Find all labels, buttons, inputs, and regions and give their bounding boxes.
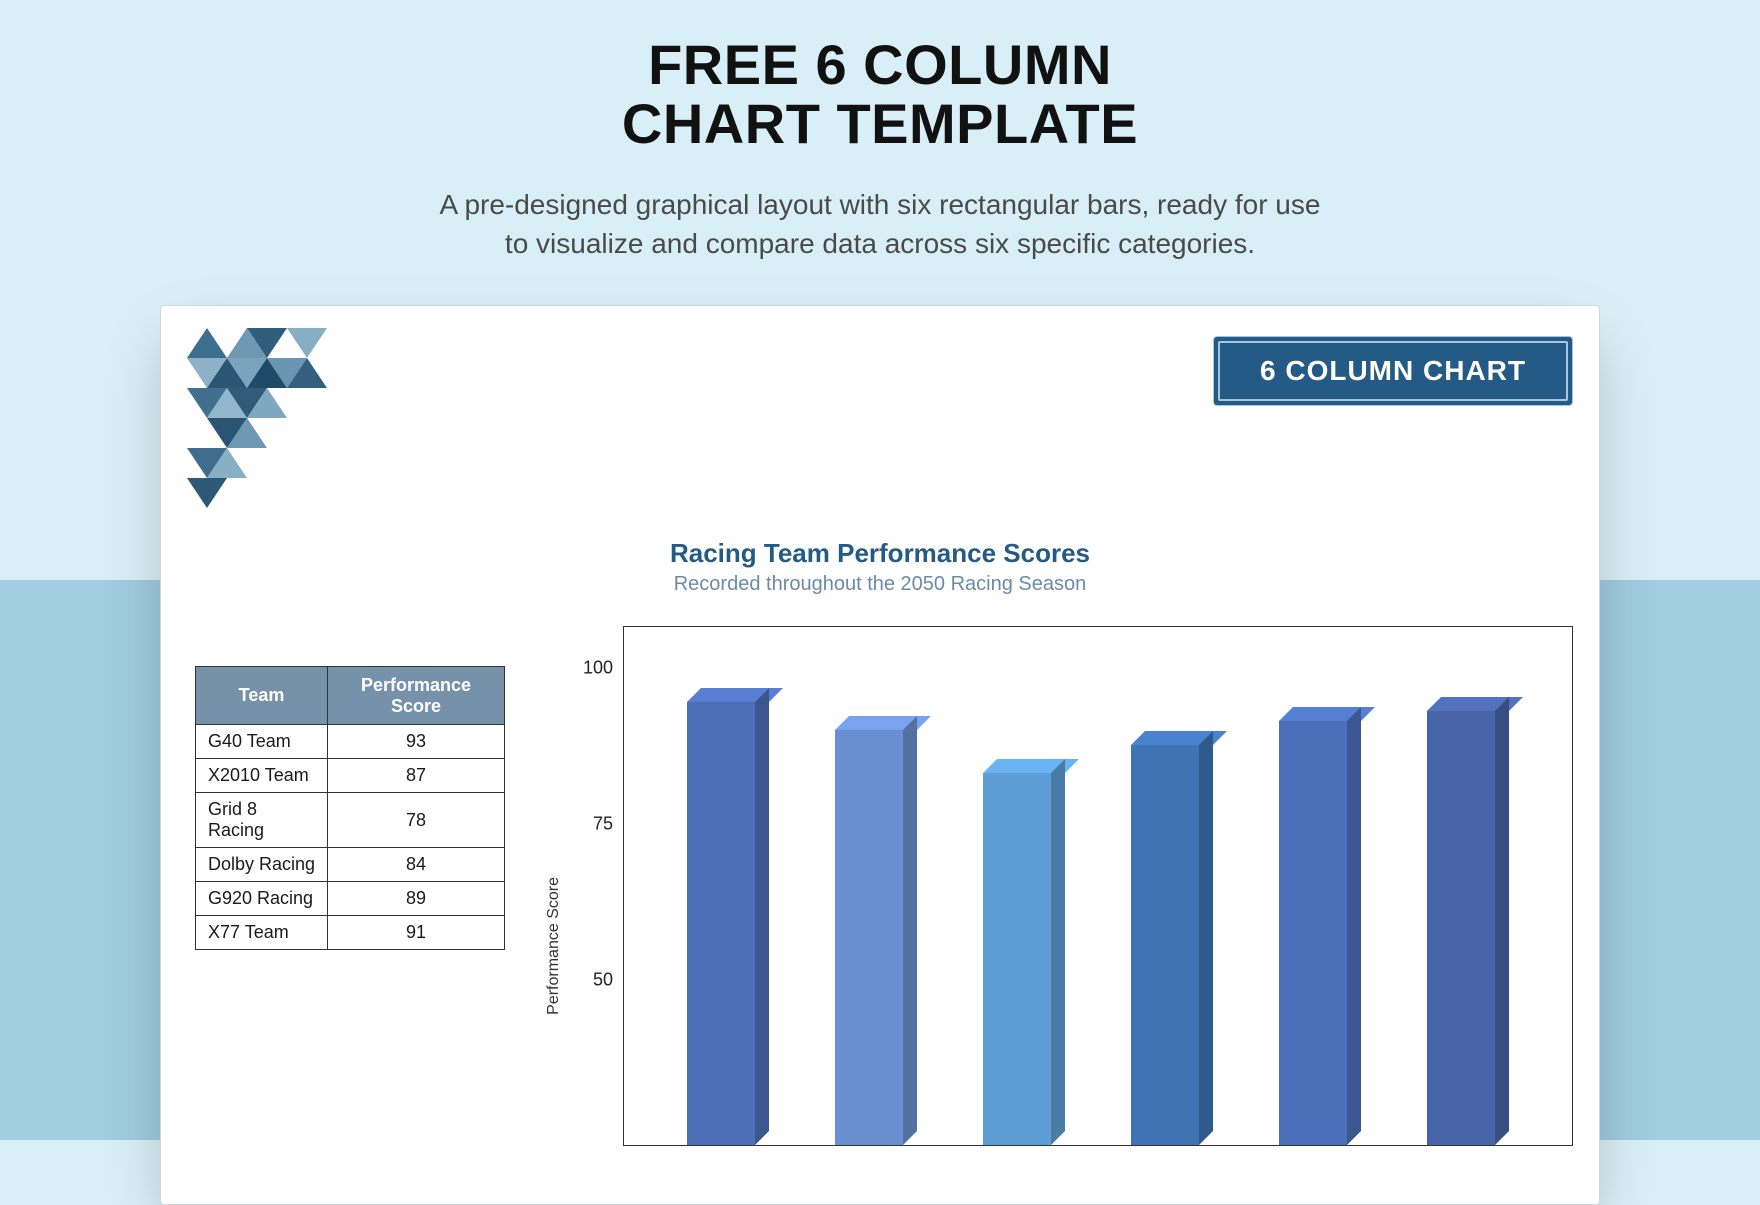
cell-score: 78 — [328, 793, 505, 848]
table-row: Dolby Racing 84 — [196, 848, 505, 882]
sheet-body: Team Performance Score G40 Team 93 X2010… — [187, 626, 1573, 1146]
bar — [835, 730, 917, 1145]
cell-team: G920 Racing — [196, 882, 328, 916]
cell-team: Dolby Racing — [196, 848, 328, 882]
table-row: G40 Team 93 — [196, 725, 505, 759]
y-tick-75: 75 — [593, 813, 613, 834]
bar — [1279, 721, 1361, 1145]
chart-area: Performance Score 100 75 50 — [545, 626, 1573, 1146]
bar — [1427, 711, 1509, 1145]
page-title-line2: CHART TEMPLATE — [622, 92, 1138, 155]
chart-subtitle: Recorded throughout the 2050 Racing Seas… — [187, 573, 1573, 596]
chart-type-badge: 6 COLUMN CHART — [1213, 336, 1573, 406]
cell-team: X77 Team — [196, 916, 328, 950]
bar — [687, 702, 769, 1145]
cell-score: 84 — [328, 848, 505, 882]
page-subtitle-line2: to visualize and compare data across six… — [505, 228, 1255, 259]
table-row: X77 Team 91 — [196, 916, 505, 950]
cell-score: 89 — [328, 882, 505, 916]
cell-team: Grid 8 Racing — [196, 793, 328, 848]
page-subtitle-line1: A pre-designed graphical layout with six… — [440, 189, 1321, 220]
cell-score: 93 — [328, 725, 505, 759]
bar — [983, 773, 1065, 1145]
y-tick-100: 100 — [583, 657, 613, 678]
table-header-score: Performance Score — [328, 667, 505, 725]
cell-score: 91 — [328, 916, 505, 950]
y-tick-50: 50 — [593, 969, 613, 990]
bar-group — [624, 627, 1572, 1145]
y-axis: 100 75 50 — [569, 626, 623, 1146]
table-header-team: Team — [196, 667, 328, 725]
cell-team: X2010 Team — [196, 759, 328, 793]
y-axis-label: Performance Score — [545, 877, 563, 1015]
page-title-line1: FREE 6 COLUMN — [648, 33, 1112, 96]
table-row: Grid 8 Racing 78 — [196, 793, 505, 848]
table-row: G920 Racing 89 — [196, 882, 505, 916]
chart-title: Racing Team Performance Scores — [187, 538, 1573, 569]
sheet-header: 6 COLUMN CHART — [187, 328, 1573, 528]
page-subtitle: A pre-designed graphical layout with six… — [0, 185, 1760, 263]
page-title: FREE 6 COLUMN CHART TEMPLATE — [0, 36, 1760, 154]
template-sheet: 6 COLUMN CHART Racing Team Performance S… — [160, 305, 1600, 1205]
chart-type-badge-label: 6 COLUMN CHART — [1218, 341, 1568, 401]
plot-region — [623, 626, 1573, 1146]
table-row: X2010 Team 87 — [196, 759, 505, 793]
data-table: Team Performance Score G40 Team 93 X2010… — [195, 666, 505, 950]
cell-score: 87 — [328, 759, 505, 793]
triangle-logo-icon — [187, 328, 397, 528]
cell-team: G40 Team — [196, 725, 328, 759]
table-header-row: Team Performance Score — [196, 667, 505, 725]
bar — [1131, 745, 1213, 1145]
